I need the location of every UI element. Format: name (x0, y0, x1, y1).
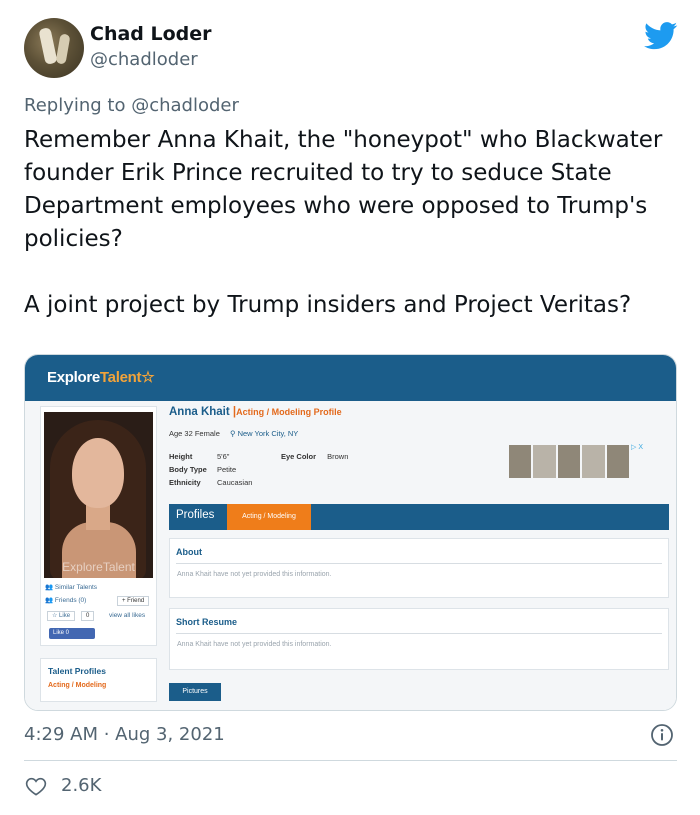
age-gender: Age 32 Female (169, 429, 220, 438)
pictures-tab: Pictures (169, 683, 221, 701)
ad-thumbnail (582, 445, 605, 478)
height-value: 5'6" (217, 452, 230, 461)
ad-thumbnail (509, 445, 532, 478)
logo-talent: Talent (99, 369, 142, 386)
profile-heading: Anna Khait |Acting / Modeling Profile (169, 406, 342, 418)
section-divider (176, 633, 662, 634)
photo-face (72, 438, 124, 508)
avatar-figure (55, 33, 71, 65)
about-title: About (176, 547, 202, 557)
height-label: Height (169, 452, 193, 461)
body-type-row: Body Type Petite (169, 465, 236, 474)
facebook-like-button: Like 0 (49, 628, 95, 639)
tab-acting-modeling: Acting / Modeling (227, 504, 311, 530)
short-resume-title: Short Resume (176, 617, 238, 627)
author-avatar[interactable] (24, 18, 84, 78)
like-button: ☆ Like (47, 611, 76, 621)
profile-type: Acting / Modeling Profile (236, 407, 342, 417)
view-all-likes-link: view all likes (109, 612, 146, 619)
tweet-timestamp[interactable]: 4:29 AM · Aug 3, 2021 (24, 724, 225, 745)
twitter-bird-icon[interactable] (644, 22, 678, 50)
profile-page: ExploreTalent 👥 Similar Talents 👥 Friend… (25, 401, 676, 711)
profile-age: Age 32 Female ⚲ New York City, NY (169, 429, 298, 438)
ethnicity-value: Caucasian (217, 478, 253, 487)
replying-prefix: Replying to (24, 95, 126, 116)
author-name[interactable]: Chad Loder (90, 23, 212, 45)
photo-card: ExploreTalent 👥 Similar Talents 👥 Friend… (40, 406, 157, 646)
sidebar-card (40, 710, 157, 711)
star-icon: ☆ (141, 369, 155, 386)
like-count: 0 (81, 611, 95, 621)
replying-to: Replying to @chadloder (24, 95, 239, 116)
about-section: About Anna Khait have not yet provided t… (169, 538, 669, 598)
short-resume-section: Short Resume Anna Khait have not yet pro… (169, 608, 669, 670)
friends-link: 👥 Friends (0) (45, 596, 86, 604)
ad-thumbnail (606, 445, 630, 478)
tweet-paragraph: A joint project by Trump insiders and Pr… (24, 292, 632, 318)
profile-name: Anna Khait (169, 406, 230, 418)
profile-tabs: Profiles Acting / Modeling (169, 504, 669, 530)
talent-profiles-heading: Talent Profiles (48, 666, 106, 676)
height-row: Height 5'6" (169, 452, 229, 461)
tweet-paragraph: Remember Anna Khait, the "honeypot" who … (24, 127, 663, 252)
pin-icon: ⚲ (229, 429, 236, 438)
footer-divider (24, 760, 677, 761)
logo-explore: Explore (47, 369, 100, 386)
people-icon: 👥 (45, 584, 54, 591)
add-friend-button: + Friend (117, 596, 150, 606)
talent-profiles-card: Talent Profiles Acting / Modeling (40, 658, 157, 702)
body-type-label: Body Type (169, 465, 207, 474)
avatar-figure (38, 27, 58, 65)
heart-icon[interactable] (25, 776, 47, 796)
ad-choices: ▷ X (631, 444, 643, 451)
ad-thumbnails (509, 445, 630, 478)
talent-profiles-item: Acting / Modeling (48, 682, 107, 689)
eye-color-label: Eye Color (281, 452, 317, 461)
tweet-text: Remember Anna Khait, the "honeypot" who … (24, 124, 674, 322)
info-icon[interactable] (650, 723, 674, 747)
ad-thumbnail (533, 445, 556, 478)
tweet-media-image[interactable]: ExploreTalent☆ ExploreTalent 👥 Similar T… (24, 354, 677, 711)
location: ⚲ New York City, NY (230, 429, 298, 438)
about-body: Anna Khait have not yet provided this in… (177, 571, 332, 578)
ad-thumbnail (557, 445, 581, 478)
eye-color-row: Eye Color Brown (281, 452, 348, 461)
friends-label: Friends (0) (54, 597, 87, 604)
short-resume-body: Anna Khait have not yet provided this in… (177, 641, 332, 648)
photo-watermark: ExploreTalent (62, 560, 135, 574)
location-label: New York City, NY (237, 429, 299, 438)
body-type-value: Petite (217, 465, 237, 474)
similar-talents-link: 👥 Similar Talents (45, 583, 97, 591)
section-divider (176, 563, 662, 564)
ethnicity-label: Ethnicity (169, 478, 201, 487)
people-icon: 👥 (45, 597, 54, 604)
eye-color-value: Brown (327, 452, 349, 461)
similar-talents-label: Similar Talents (54, 584, 98, 591)
site-header: ExploreTalent☆ (25, 355, 676, 401)
replying-handle-link[interactable]: @chadloder (131, 95, 239, 116)
like-count-label[interactable]: 2.6K (61, 775, 101, 796)
profile-photo: ExploreTalent (44, 412, 153, 578)
author-handle[interactable]: @chadloder (90, 49, 198, 70)
tab-profiles: Profiles (176, 509, 215, 521)
site-logo: ExploreTalent☆ (47, 368, 155, 386)
ethnicity-row: Ethnicity Caucasian (169, 478, 252, 487)
